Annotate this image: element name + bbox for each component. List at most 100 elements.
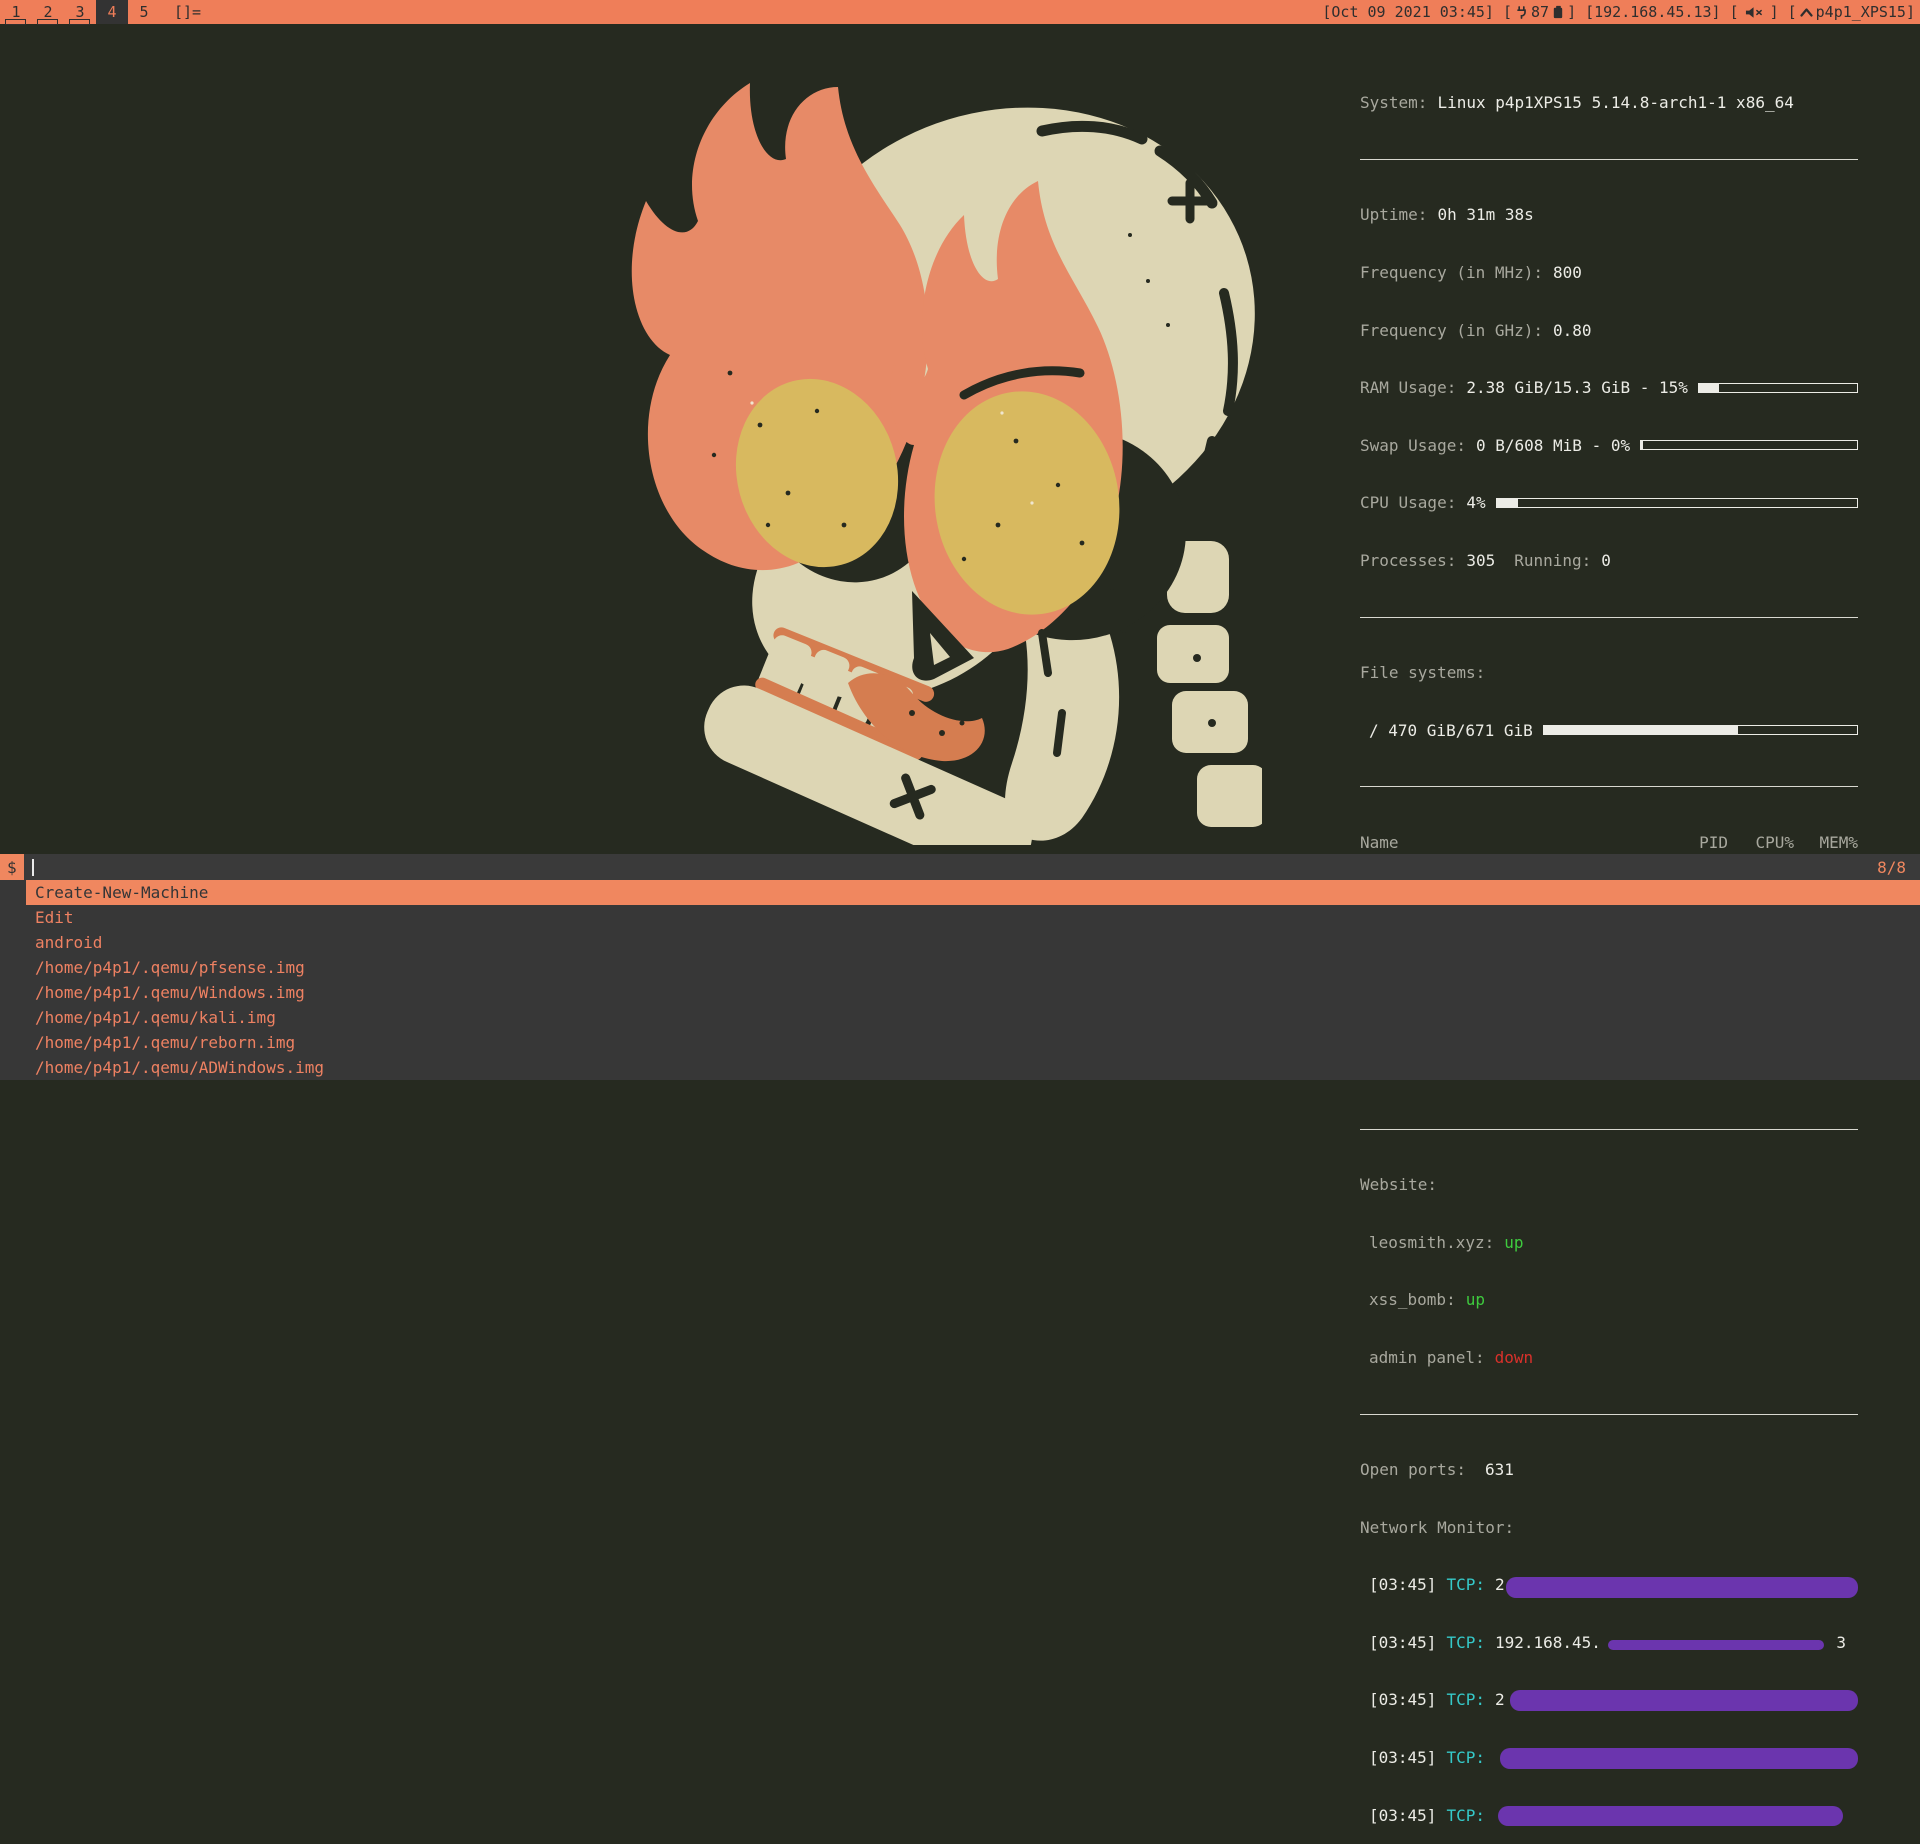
tag-occupied-indicator xyxy=(5,19,26,25)
ram-line: RAM Usage:2.38 GiB/15.3 GiB - 15% xyxy=(1360,378,1858,397)
freq-ghz-line: Frequency (in GHz): 0.80 xyxy=(1360,321,1858,340)
menu-item-android[interactable]: android xyxy=(0,930,1920,955)
processes-line: Processes:305Running:0 xyxy=(1360,551,1858,570)
menu-item-label: Create-New-Machine xyxy=(35,883,208,902)
website-title: Website: xyxy=(1360,1175,1858,1194)
col-mem: MEM% xyxy=(1794,833,1858,852)
tag-3[interactable]: 3 xyxy=(64,0,96,24)
cpu-label: CPU Usage: xyxy=(1360,493,1456,512)
redaction-blob xyxy=(1510,1690,1858,1711)
battery-percent: 87 xyxy=(1531,3,1549,21)
redaction-blob xyxy=(1500,1748,1858,1769)
status-bar: 1 2 3 4 5 []= [Oct 09 2021 03:45] [ 87 ]… xyxy=(0,0,1920,24)
uptime-value: 0h 31m 38s xyxy=(1437,205,1533,224)
separator xyxy=(1360,786,1858,787)
net-protocol: TCP: xyxy=(1446,1690,1485,1709)
net-value-trail: 3 xyxy=(1836,1633,1846,1652)
swap-label: Swap Usage: xyxy=(1360,436,1466,455)
tag-4-label: 4 xyxy=(107,3,116,21)
tag-1[interactable]: 1 xyxy=(0,0,32,24)
bracket: [ xyxy=(1503,3,1512,21)
ip-address: [192.168.45.13] xyxy=(1585,3,1720,21)
system-line: System: Linux p4p1XPS15 5.14.8-arch1-1 x8… xyxy=(1360,93,1858,112)
system-label: System: xyxy=(1360,93,1427,112)
text-cursor xyxy=(32,859,34,876)
menu-item-label: /home/p4p1/.qemu/kali.img xyxy=(35,1008,276,1027)
network-line: [03:45]TCP: xyxy=(1360,1806,1858,1825)
filesystem-root-value: / 470 GiB/671 GiB xyxy=(1360,721,1533,740)
menu-item-label: /home/p4p1/.qemu/ADWindows.img xyxy=(35,1058,324,1077)
tag-4-selected[interactable]: 4 xyxy=(96,0,128,24)
freq-mhz-value: 800 xyxy=(1553,263,1582,282)
dmenu-input[interactable] xyxy=(24,854,1877,880)
status-text: [Oct 09 2021 03:45] [ 87 ] [192.168.45.1… xyxy=(1313,0,1920,24)
separator xyxy=(1360,159,1858,160)
net-time: [03:45] xyxy=(1369,1575,1436,1594)
running-label: Running: xyxy=(1514,551,1591,570)
clock: [Oct 09 2021 03:45] xyxy=(1322,3,1494,21)
battery-segment: [ 87 ] xyxy=(1503,3,1576,21)
prompt-symbol: $ xyxy=(7,858,17,877)
tag-5-label: 5 xyxy=(139,3,148,21)
tag-occupied-indicator xyxy=(37,19,58,25)
net-time: [03:45] xyxy=(1369,1806,1436,1825)
cpu-bar xyxy=(1496,498,1858,508)
wallpaper-flaming-skull-illustration xyxy=(612,73,1262,845)
site-status: up xyxy=(1504,1233,1523,1252)
separator xyxy=(1360,617,1858,618)
site-status-row: xss_bomb:up xyxy=(1360,1290,1858,1309)
redaction-blob xyxy=(1506,1577,1858,1598)
menu-item-create-new-machine[interactable]: Create-New-Machine xyxy=(0,880,1920,905)
tag-2[interactable]: 2 xyxy=(32,0,64,24)
col-pid: PID xyxy=(1633,833,1728,852)
system-value: Linux p4p1XPS15 5.14.8-arch1-1 x86_64 xyxy=(1437,93,1793,112)
bracket: [ xyxy=(1788,3,1797,21)
processes-label: Processes: xyxy=(1360,551,1456,570)
freq-ghz-value: 0.80 xyxy=(1553,321,1592,340)
audio-segment: [ ] xyxy=(1730,3,1779,21)
menu-item-label: /home/p4p1/.qemu/pfsense.img xyxy=(35,958,305,977)
net-protocol: TCP: xyxy=(1446,1575,1485,1594)
menu-item-adwindows-img[interactable]: /home/p4p1/.qemu/ADWindows.img xyxy=(0,1055,1920,1080)
network-line: [03:45]TCP:2 xyxy=(1360,1575,1858,1594)
open-ports-value: 631 xyxy=(1485,1460,1514,1479)
uptime-label: Uptime: xyxy=(1360,205,1427,224)
separator xyxy=(1360,1414,1858,1415)
host-segment: [ p4p1_XPS15 ] xyxy=(1788,3,1915,21)
net-value-fragment: 2 xyxy=(1495,1690,1505,1709)
net-value-fragment: 192.168.45. xyxy=(1495,1633,1601,1652)
col-name: Name xyxy=(1360,833,1633,852)
menu-item-reborn-img[interactable]: /home/p4p1/.qemu/reborn.img xyxy=(0,1030,1920,1055)
network-caret-icon xyxy=(1800,8,1813,17)
freq-mhz-label: Frequency (in MHz): xyxy=(1360,263,1543,282)
menu-item-edit[interactable]: Edit xyxy=(0,905,1920,930)
dmenu-match-counter: 8/8 xyxy=(1877,858,1920,877)
open-ports-line: Open ports: 631 xyxy=(1360,1460,1858,1479)
site-name: leosmith.xyz: xyxy=(1369,1233,1494,1252)
freq-ghz-label: Frequency (in GHz): xyxy=(1360,321,1543,340)
speaker-muted-icon xyxy=(1745,6,1764,19)
menu-item-pfsense-img[interactable]: /home/p4p1/.qemu/pfsense.img xyxy=(0,955,1920,980)
dmenu-launcher: $ 8/8 Create-New-Machine Edit android /h… xyxy=(0,854,1920,1080)
net-protocol: TCP: xyxy=(1446,1748,1485,1767)
menu-item-kali-img[interactable]: /home/p4p1/.qemu/kali.img xyxy=(0,1005,1920,1030)
tag-5[interactable]: 5 xyxy=(128,0,160,24)
bracket: [ xyxy=(1730,3,1739,21)
swap-line: Swap Usage:0 B/608 MiB - 0% xyxy=(1360,436,1858,455)
process-table-header: NamePIDCPU%MEM% xyxy=(1360,833,1858,852)
filesystem-root-line: / 470 GiB/671 GiB xyxy=(1360,721,1858,740)
filesystem-bar xyxy=(1543,725,1858,735)
power-plug-icon xyxy=(1515,6,1528,19)
bracket: ] xyxy=(1906,3,1915,21)
filesystems-title: File systems: xyxy=(1360,663,1858,682)
site-status-row: admin panel:down xyxy=(1360,1348,1858,1367)
site-status-row: leosmith.xyz: up xyxy=(1360,1233,1858,1252)
menu-item-windows-img[interactable]: /home/p4p1/.qemu/Windows.img xyxy=(0,980,1920,1005)
redaction-blob xyxy=(1608,1640,1824,1650)
layout-symbol[interactable]: []= xyxy=(174,0,201,24)
site-status: up xyxy=(1466,1290,1485,1309)
col-cpu: CPU% xyxy=(1728,833,1794,852)
cpu-line: CPU Usage:4% xyxy=(1360,493,1858,512)
network-line: [03:45]TCP:192.168.45.3 xyxy=(1360,1633,1858,1652)
open-ports-label: Open ports: xyxy=(1360,1460,1466,1479)
